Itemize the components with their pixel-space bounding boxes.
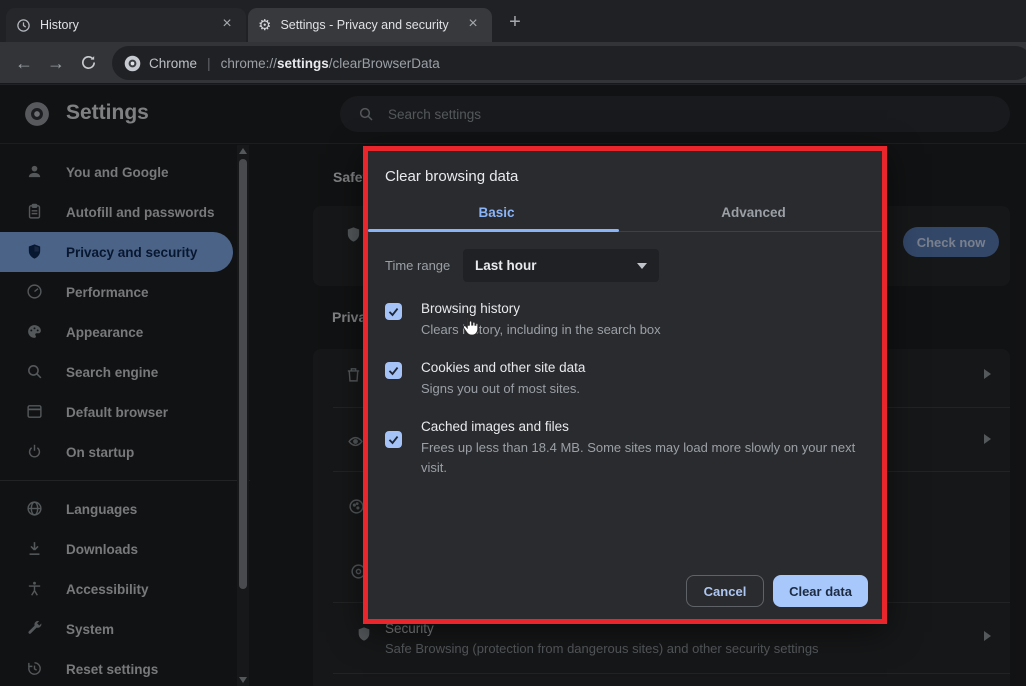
history-icon (16, 18, 31, 33)
close-tab-icon[interactable]: × (464, 16, 482, 34)
clear-browsing-data-dialog: Clear browsing data Basic Advanced Time … (363, 146, 887, 624)
cached-images-checkbox[interactable] (385, 431, 402, 448)
chrome-logo-icon (124, 55, 141, 72)
browser-window: History × ⚙ Settings - Privacy and secur… (0, 0, 1026, 686)
mouse-cursor (459, 314, 480, 340)
clear-data-button[interactable]: Clear data (773, 575, 868, 607)
omnibox-separator: | (207, 55, 211, 71)
site-label: Chrome (149, 56, 197, 71)
tab-basic[interactable]: Basic (368, 198, 625, 231)
time-range-label: Time range (385, 258, 463, 273)
checkbox-label[interactable]: Browsing history (421, 301, 661, 316)
browsing-history-checkbox[interactable] (385, 303, 402, 320)
close-tab-icon[interactable]: × (218, 16, 236, 34)
chevron-down-icon (637, 263, 647, 269)
checkbox-description: Signs you out of most sites. (421, 379, 585, 400)
browsing-history-row: Browsing history Clears history, includi… (385, 301, 865, 341)
reload-icon[interactable] (76, 51, 100, 75)
forward-icon[interactable]: → (44, 51, 68, 75)
gear-icon: ⚙ (258, 18, 271, 33)
cached-images-row: Cached images and files Frees up less th… (385, 419, 865, 480)
checkbox-label[interactable]: Cached images and files (421, 419, 861, 434)
time-range-value: Last hour (475, 258, 537, 273)
checkbox-description: Frees up less than 18.4 MB. Some sites m… (421, 438, 861, 480)
dialog-tab-strip: Basic Advanced (368, 198, 882, 232)
back-icon[interactable]: ← (12, 51, 36, 75)
dialog-title: Clear browsing data (368, 151, 882, 185)
time-range-dropdown[interactable]: Last hour (463, 249, 659, 282)
tab-settings[interactable]: ⚙ Settings - Privacy and security × (248, 8, 492, 42)
checkbox-description: Clears history, including in the search … (421, 320, 661, 341)
url-text: chrome://settings/clearBrowserData (221, 56, 440, 71)
tab-bar: History × ⚙ Settings - Privacy and secur… (0, 0, 1026, 42)
tab-history[interactable]: History × (6, 8, 246, 42)
address-bar[interactable]: Chrome | chrome://settings/clearBrowserD… (112, 46, 1026, 80)
tab-advanced[interactable]: Advanced (625, 198, 882, 231)
tab-title: Settings - Privacy and security (280, 18, 454, 32)
tab-title: History (40, 18, 208, 32)
cancel-button[interactable]: Cancel (686, 575, 764, 607)
settings-page: Settings Search settings You and Google (0, 85, 1026, 686)
cookies-checkbox[interactable] (385, 362, 402, 379)
browser-toolbar: ← → Chrome | chrome://settings/clearBrow… (0, 42, 1026, 84)
new-tab-button[interactable]: + (502, 10, 528, 36)
checkbox-label[interactable]: Cookies and other site data (421, 360, 585, 375)
cookies-row: Cookies and other site data Signs you ou… (385, 360, 865, 400)
